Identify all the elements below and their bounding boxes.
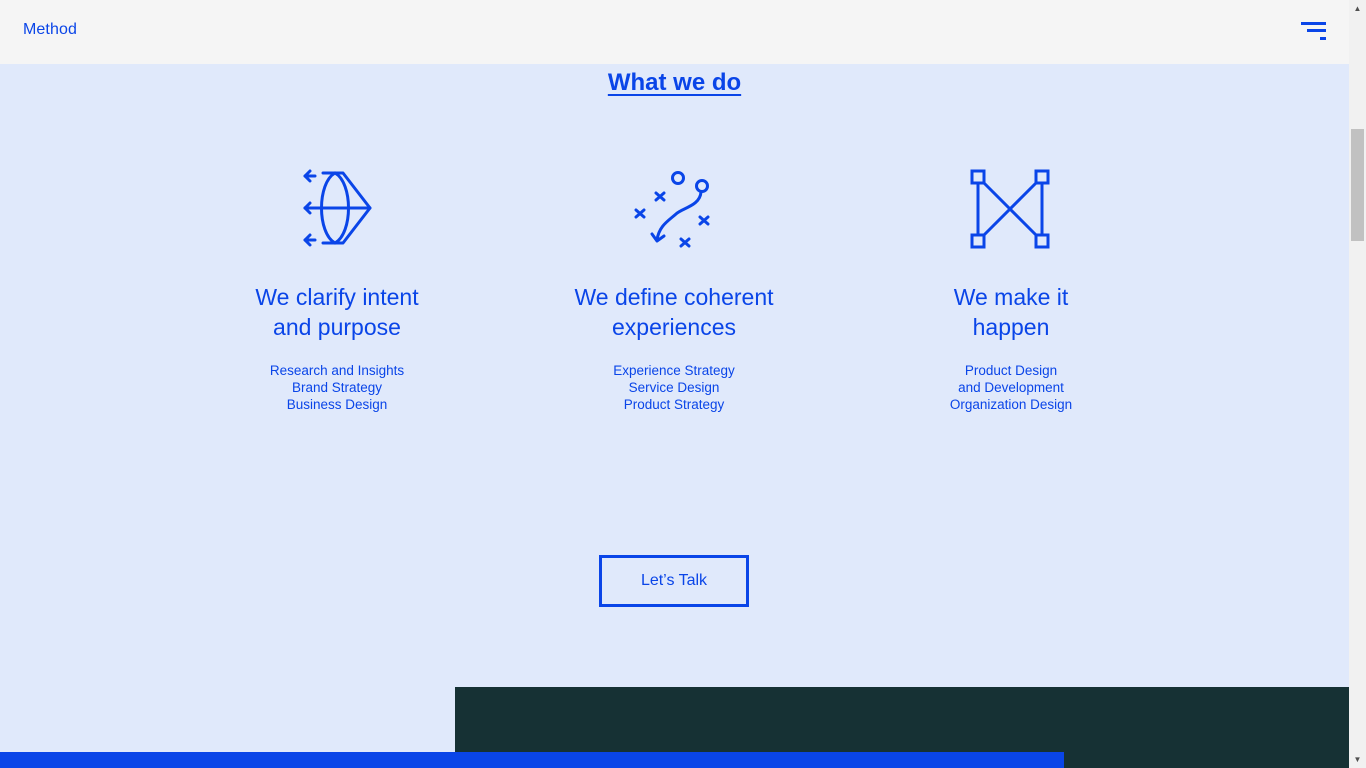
heading-line: We make it: [953, 284, 1069, 310]
menu-line: [1320, 37, 1326, 40]
lets-talk-button[interactable]: Let’s Talk: [599, 555, 749, 607]
service-item: Research and Insights: [269, 363, 405, 378]
service-item: Business Design: [286, 397, 388, 412]
heading-line: experiences: [611, 314, 737, 340]
service-item: Organization Design: [949, 397, 1073, 412]
site-header: Method: [0, 0, 1349, 64]
service-column-make: We make it happen Product Design and Dev…: [851, 168, 1171, 413]
heading-line: happen: [972, 314, 1050, 340]
service-list: Product Design and Development Organizat…: [851, 362, 1171, 413]
service-item: Product Design: [964, 363, 1058, 378]
blue-accent-bar: [0, 752, 1064, 768]
vertical-scrollbar[interactable]: ▲ ▼: [1349, 0, 1366, 768]
heading-line: We define coherent: [574, 284, 774, 310]
play-diagram-icon: [634, 171, 710, 248]
bow-and-arrow-icon: [303, 169, 372, 247]
scrollbar-thumb[interactable]: [1351, 129, 1364, 241]
menu-line: [1307, 29, 1326, 32]
what-we-do-link[interactable]: What we do: [608, 69, 741, 96]
service-heading: We make it happen: [851, 282, 1171, 342]
scroll-up-arrow-icon[interactable]: ▲: [1349, 0, 1366, 17]
scroll-down-arrow-icon[interactable]: ▼: [1349, 751, 1366, 768]
heading-line: and purpose: [273, 314, 401, 340]
service-list: Experience Strategy Service Design Produ…: [514, 362, 834, 413]
service-item: Brand Strategy: [291, 380, 383, 395]
service-list: Research and Insights Brand Strategy Bus…: [177, 362, 497, 413]
logo-link[interactable]: Method: [23, 21, 77, 39]
section-title: What we do: [0, 69, 1349, 97]
main-content: What we do We clarify intent and purpose…: [0, 64, 1349, 768]
service-heading: We clarify intent and purpose: [177, 282, 497, 342]
service-item: Experience Strategy: [613, 363, 735, 378]
service-column-define: We define coherent experiences Experienc…: [514, 168, 834, 413]
service-heading: We define coherent experiences: [514, 282, 834, 342]
vector-nodes-icon: [970, 169, 1050, 249]
service-column-clarify: We clarify intent and purpose Research a…: [177, 168, 497, 413]
heading-line: We clarify intent: [255, 284, 419, 310]
service-item: Product Strategy: [623, 397, 725, 412]
service-item: and Development: [958, 380, 1064, 395]
menu-line: [1301, 22, 1326, 25]
hamburger-menu-icon[interactable]: [1298, 20, 1328, 42]
service-item: Service Design: [628, 380, 720, 395]
